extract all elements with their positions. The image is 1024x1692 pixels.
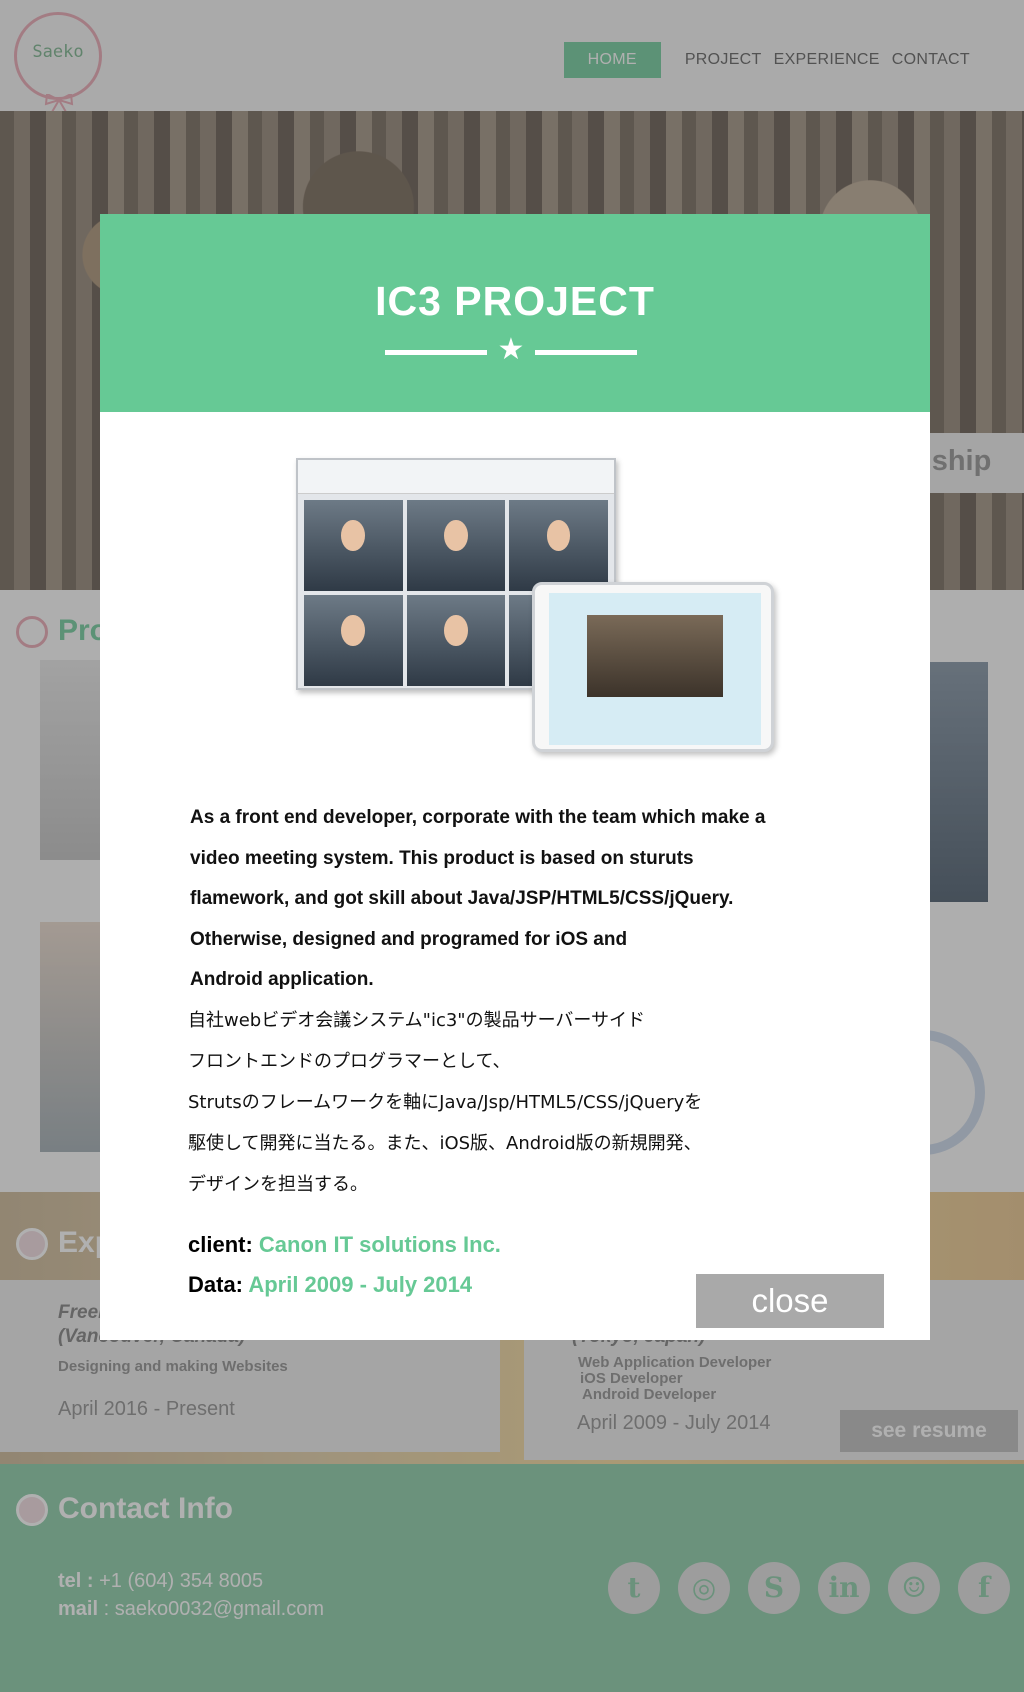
video-tile [406,595,506,686]
app-toolbar [298,460,614,494]
modal-title: IC3 PROJECT [375,278,655,324]
project-modal: IC3 PROJECT ★ As a front end developer, … [100,214,930,1340]
data-value: April 2009 - July 2014 [248,1272,473,1297]
project-screenshot [296,458,776,758]
description-line: Otherwise, designed and programed for iO… [190,928,628,950]
data-label: Data: [188,1272,244,1297]
description-line: フロントエンドのプログラマーとして、 [188,1051,511,1072]
description-line: flamework, and got skill about Java/JSP/… [190,888,734,909]
description-line: デザインを担当する。 [188,1174,368,1195]
close-button[interactable]: close [696,1274,884,1328]
star-icon: ★ [497,333,525,366]
video-tile [304,595,403,686]
video-tile [587,615,723,697]
description-en: As a front end developer, corporate with… [190,798,840,1001]
description-line: Strutsのフレームワークを軸にJava/Jsp/HTML5/CSS/jQue… [188,1092,703,1113]
data-line: Data: April 2009 - July 2014 [188,1272,472,1298]
video-tile [304,500,403,591]
title-divider: ★ [385,334,637,366]
video-tile [509,500,608,591]
tablet-screen [549,593,761,745]
divider-line [385,350,487,355]
divider-line [535,350,637,355]
description-jp: 自社webビデオ会議システム"ic3"の製品サーバーサイド フロントエンドのプロ… [188,1000,838,1205]
description-line: video meeting system. This product is ba… [190,847,694,869]
modal-header: IC3 PROJECT ★ [100,214,930,412]
video-tile [406,500,506,591]
description-line: 自社webビデオ会議システム"ic3"の製品サーバーサイド [188,1010,646,1031]
description-line: 駆使して開発に当たる。また、iOS版、Android版の新規開発、 [188,1133,702,1154]
client-label: client: [188,1232,253,1257]
client-line: client: Canon IT solutions Inc. [188,1232,501,1258]
client-value: Canon IT solutions Inc. [258,1232,501,1257]
description-line: As a front end developer, corporate with… [190,807,766,828]
description-line: Android application. [190,969,374,990]
tablet-app-mockup [532,582,774,752]
